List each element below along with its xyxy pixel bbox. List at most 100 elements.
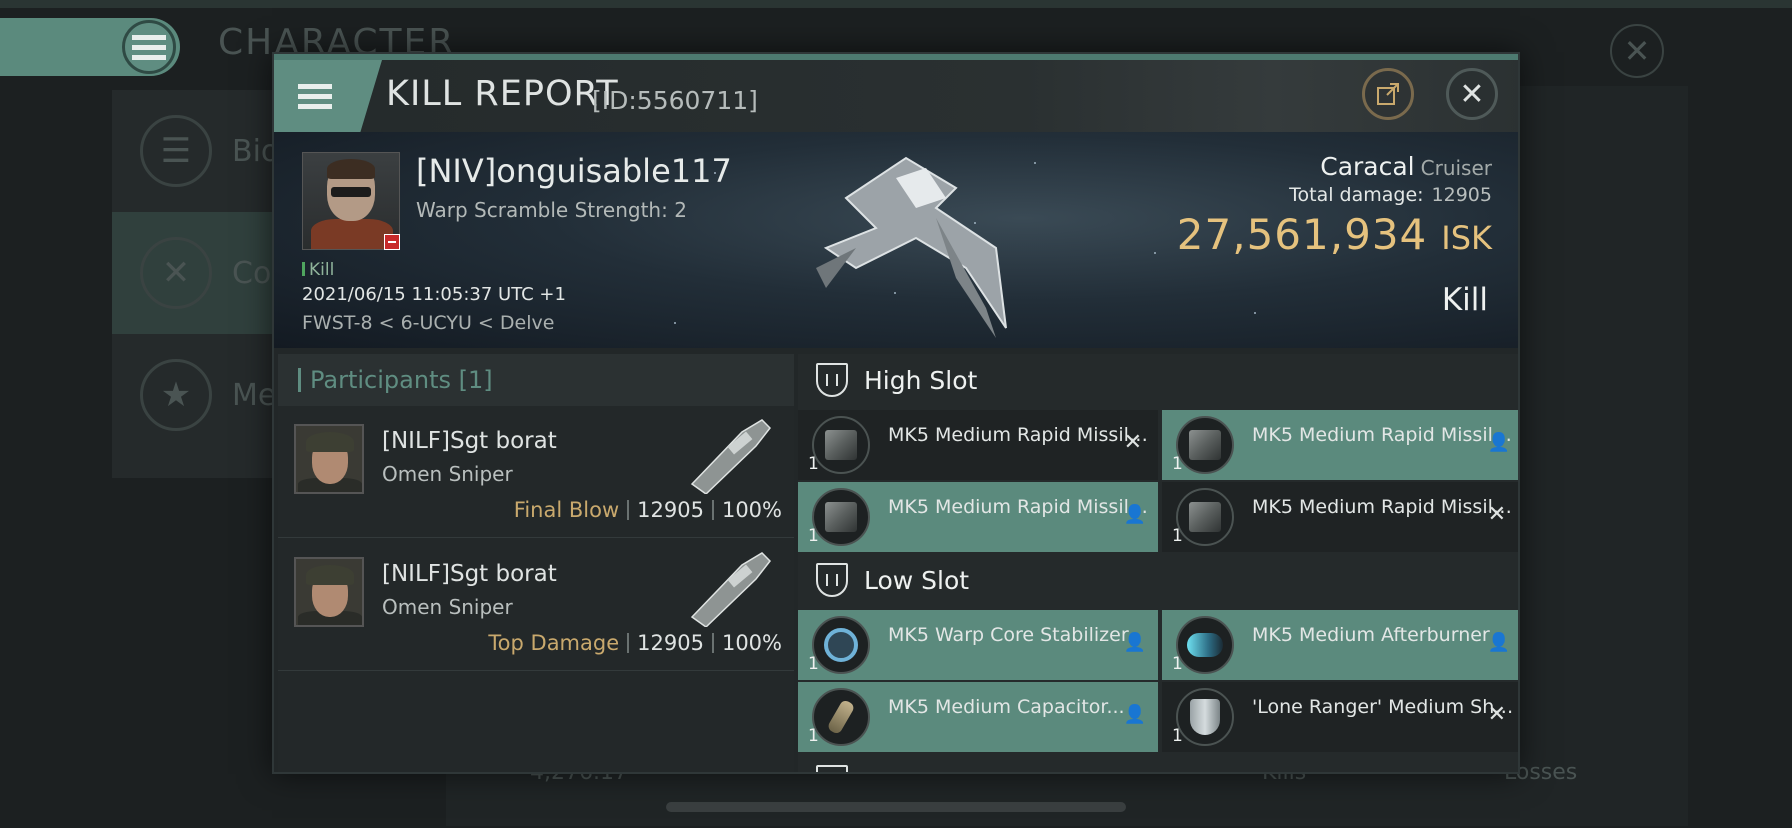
ship-info: Caracal Cruiser bbox=[1320, 152, 1492, 181]
participant-role: Final Blow bbox=[513, 498, 620, 522]
low-slot-header: Low Slot bbox=[798, 554, 1518, 606]
weapon-icon bbox=[690, 419, 771, 494]
kill-id: [ID:5560711] bbox=[592, 86, 758, 115]
hostile-badge-icon bbox=[384, 234, 400, 250]
dropped-person-icon: 👤 bbox=[1123, 632, 1146, 653]
isk-unit: ISK bbox=[1441, 219, 1492, 257]
participant-damage: 12905 bbox=[637, 498, 704, 522]
missile-launcher-icon bbox=[812, 488, 870, 546]
module-name: MK5 Warp Core Stabilizer bbox=[888, 624, 1129, 646]
participant-name: [NILF]Sgt borat bbox=[382, 561, 557, 587]
participant-percent: 100% bbox=[721, 498, 782, 522]
module-item[interactable]: 1 MK5 Medium Rapid Missile... ✕ bbox=[1162, 482, 1518, 552]
dropped-person-icon: 👤 bbox=[1487, 432, 1510, 453]
character-close-icon[interactable]: ✕ bbox=[1610, 24, 1664, 78]
module-quantity: 1 bbox=[808, 654, 819, 674]
module-item[interactable]: 1 MK5 Medium Afterburner 👤 bbox=[1162, 610, 1518, 680]
destroyed-icon: ✕ bbox=[1487, 502, 1506, 527]
participant-damage: 12905 bbox=[637, 631, 704, 655]
slot-icon bbox=[816, 765, 848, 772]
participant-role: Top Damage bbox=[488, 631, 620, 655]
module-item[interactable]: 1 MK5 Medium Rapid Missile... 👤 bbox=[1162, 410, 1518, 480]
close-icon: ✕ bbox=[1459, 76, 1485, 112]
kill-location[interactable]: FWST-8 < 6-UCYU < Delve bbox=[302, 312, 554, 334]
ship-name[interactable]: Caracal bbox=[1320, 152, 1414, 181]
dropped-person-icon: 👤 bbox=[1487, 632, 1510, 653]
menu-icon bbox=[122, 20, 176, 74]
module-name: MK5 Medium Rapid Missile... bbox=[888, 424, 1150, 446]
module-name: MK5 Medium Rapid Missile... bbox=[888, 496, 1150, 518]
participant-stats: Top Damage 12905 100% bbox=[488, 631, 782, 655]
top-bar bbox=[0, 0, 1792, 8]
participants-header[interactable]: Participants [1] bbox=[278, 354, 794, 406]
ship-image bbox=[816, 156, 1007, 338]
kill-report-dialog: KILL REPORT [ID:5560711] ✕ [NIV]onguisab… bbox=[272, 52, 1520, 774]
module-quantity: 1 bbox=[808, 454, 819, 474]
dropped-person-icon: 👤 bbox=[1123, 704, 1146, 725]
module-item[interactable]: 1 'Lone Ranger' Medium Shiel... ✕ bbox=[1162, 682, 1518, 752]
isk-value-line: 27,561,934 ISK bbox=[1177, 210, 1492, 259]
missile-launcher-icon bbox=[812, 416, 870, 474]
participant-percent: 100% bbox=[721, 631, 782, 655]
module-quantity: 1 bbox=[1172, 654, 1183, 674]
destroyed-icon: ✕ bbox=[1123, 430, 1142, 455]
total-damage: Total damage: 12905 bbox=[1289, 184, 1492, 206]
participant-name: [NILF]Sgt borat bbox=[382, 428, 557, 454]
share-button[interactable] bbox=[1362, 68, 1414, 120]
ship-class: Cruiser bbox=[1420, 156, 1492, 180]
victim-name[interactable]: [NIV]onguisable117 bbox=[416, 152, 732, 190]
module-item[interactable]: 1 MK5 Medium Rapid Missile... ✕ bbox=[798, 410, 1158, 480]
high-slot-icon bbox=[816, 363, 848, 397]
module-quantity: 1 bbox=[1172, 726, 1183, 746]
high-slot-title: High Slot bbox=[864, 365, 978, 395]
low-slot-title: Low Slot bbox=[864, 565, 970, 595]
module-quantity: 1 bbox=[1172, 454, 1183, 474]
dialog-title: KILL REPORT bbox=[386, 74, 619, 114]
participant-stats: Final Blow 12905 100% bbox=[514, 498, 782, 522]
participants-title: Participants [1] bbox=[310, 366, 493, 394]
participants-panel: Participants [1] [NILF]Sgt borat Omen Sn… bbox=[278, 354, 794, 772]
warp-core-stabilizer-icon bbox=[812, 616, 870, 674]
high-slot-header: High Slot bbox=[798, 354, 1518, 406]
missile-launcher-icon bbox=[1176, 416, 1234, 474]
victim-banner: [NIV]onguisable117 Warp Scramble Strengt… bbox=[274, 132, 1518, 348]
module-name: MK5 Medium Afterburner bbox=[1252, 624, 1490, 646]
dialog-close-button[interactable]: ✕ bbox=[1446, 68, 1498, 120]
weapon-icon bbox=[690, 552, 771, 627]
destroyed-icon: ✕ bbox=[1487, 702, 1506, 727]
module-name: MK5 Medium Capacitor... bbox=[888, 696, 1125, 718]
dropped-person-icon: 👤 bbox=[1123, 504, 1146, 525]
main-menu-button[interactable] bbox=[0, 18, 180, 76]
kill-tag: Kill bbox=[302, 260, 334, 280]
module-item[interactable]: 1 MK5 Medium Capacitor... 👤 bbox=[798, 682, 1158, 752]
module-item[interactable]: 1 MK5 Warp Core Stabilizer 👤 bbox=[798, 610, 1158, 680]
module-quantity: 1 bbox=[808, 526, 819, 546]
dialog-header: KILL REPORT [ID:5560711] ✕ bbox=[274, 60, 1518, 132]
menu-icon bbox=[298, 83, 332, 109]
participant-row[interactable]: [NILF]Sgt borat Omen Sniper Final Blow 12… bbox=[278, 406, 794, 538]
next-slot-header bbox=[798, 756, 1518, 772]
missile-launcher-icon bbox=[1176, 488, 1234, 546]
crossed-swords-icon: ✕ bbox=[140, 237, 212, 309]
kill-timestamp: 2021/06/15 11:05:37 UTC +1 bbox=[302, 284, 566, 305]
fittings-panel: High Slot 1 MK5 Medium Rapid Missile... … bbox=[798, 354, 1518, 772]
dialog-menu-button[interactable] bbox=[274, 60, 382, 132]
participant-avatar[interactable] bbox=[294, 557, 364, 627]
horizontal-scrollbar[interactable] bbox=[666, 802, 1126, 812]
participant-ship: Omen Sniper bbox=[382, 595, 513, 619]
low-slot-icon bbox=[816, 563, 848, 597]
participant-ship: Omen Sniper bbox=[382, 462, 513, 486]
isk-value: 27,561,934 bbox=[1176, 210, 1428, 259]
afterburner-icon bbox=[1176, 616, 1234, 674]
module-quantity: 1 bbox=[808, 726, 819, 746]
participant-row[interactable]: [NILF]Sgt borat Omen Sniper Top Damage 12… bbox=[278, 539, 794, 671]
result-label: Kill bbox=[1441, 282, 1488, 318]
module-name: MK5 Medium Rapid Missile... bbox=[1252, 424, 1514, 446]
total-damage-value: 12905 bbox=[1431, 184, 1492, 206]
external-link-icon bbox=[1377, 83, 1399, 105]
capacitor-icon bbox=[812, 688, 870, 746]
star-icon: ★ bbox=[140, 359, 212, 431]
module-item[interactable]: 1 MK5 Medium Rapid Missile... 👤 bbox=[798, 482, 1158, 552]
participant-avatar[interactable] bbox=[294, 424, 364, 494]
module-quantity: 1 bbox=[1172, 526, 1183, 546]
